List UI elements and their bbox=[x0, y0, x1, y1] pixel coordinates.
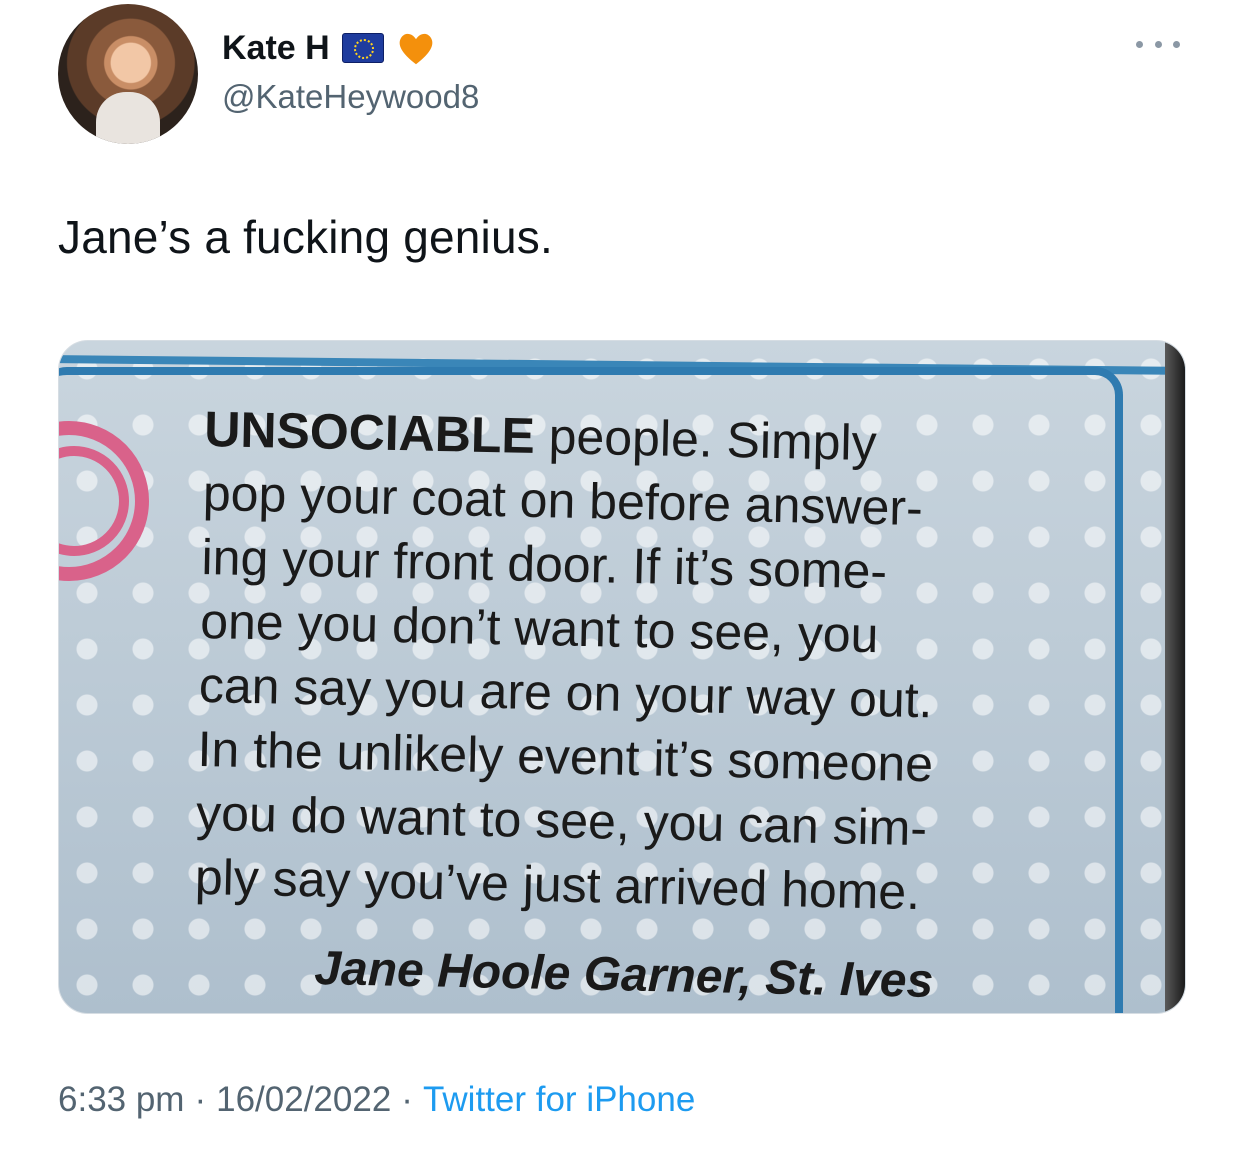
orange-heart-icon bbox=[399, 33, 433, 65]
author-handle[interactable]: @KateHeywood8 bbox=[222, 78, 479, 116]
more-options-icon[interactable] bbox=[1136, 34, 1180, 54]
tweet-date[interactable]: 16/02/2022 bbox=[216, 1080, 391, 1120]
tweet-media-image[interactable]: UNSOCIABLE people. Simply pop your coat … bbox=[58, 340, 1186, 1014]
more-dot bbox=[1173, 40, 1180, 48]
clipping-line: people. Simply bbox=[548, 408, 878, 472]
clipping-lead: UNSOCIABLE bbox=[203, 400, 536, 464]
clipping-edge-shadow bbox=[1165, 341, 1185, 1013]
eu-flag-icon bbox=[341, 33, 384, 63]
avatar-photo-detail bbox=[96, 92, 160, 144]
more-dot bbox=[1154, 40, 1162, 48]
tweet-text: Jane’s a fucking genius. bbox=[58, 211, 553, 263]
tweet-metadata: 6:33 pm · 16/02/2022 · Twitter for iPhon… bbox=[58, 1080, 695, 1120]
tweet-source-link[interactable]: Twitter for iPhone bbox=[423, 1080, 695, 1120]
meta-separator: · bbox=[401, 1080, 413, 1119]
author-avatar[interactable] bbox=[58, 4, 198, 144]
author-display-name[interactable]: Kate H bbox=[222, 29, 330, 68]
more-dot bbox=[1136, 40, 1143, 48]
tweet-time[interactable]: 6:33 pm bbox=[58, 1080, 184, 1120]
meta-separator: · bbox=[194, 1080, 207, 1119]
author-name-row: Kate H bbox=[222, 22, 436, 74]
clipping-text: UNSOCIABLE people. Simply pop your coat … bbox=[194, 397, 1105, 928]
